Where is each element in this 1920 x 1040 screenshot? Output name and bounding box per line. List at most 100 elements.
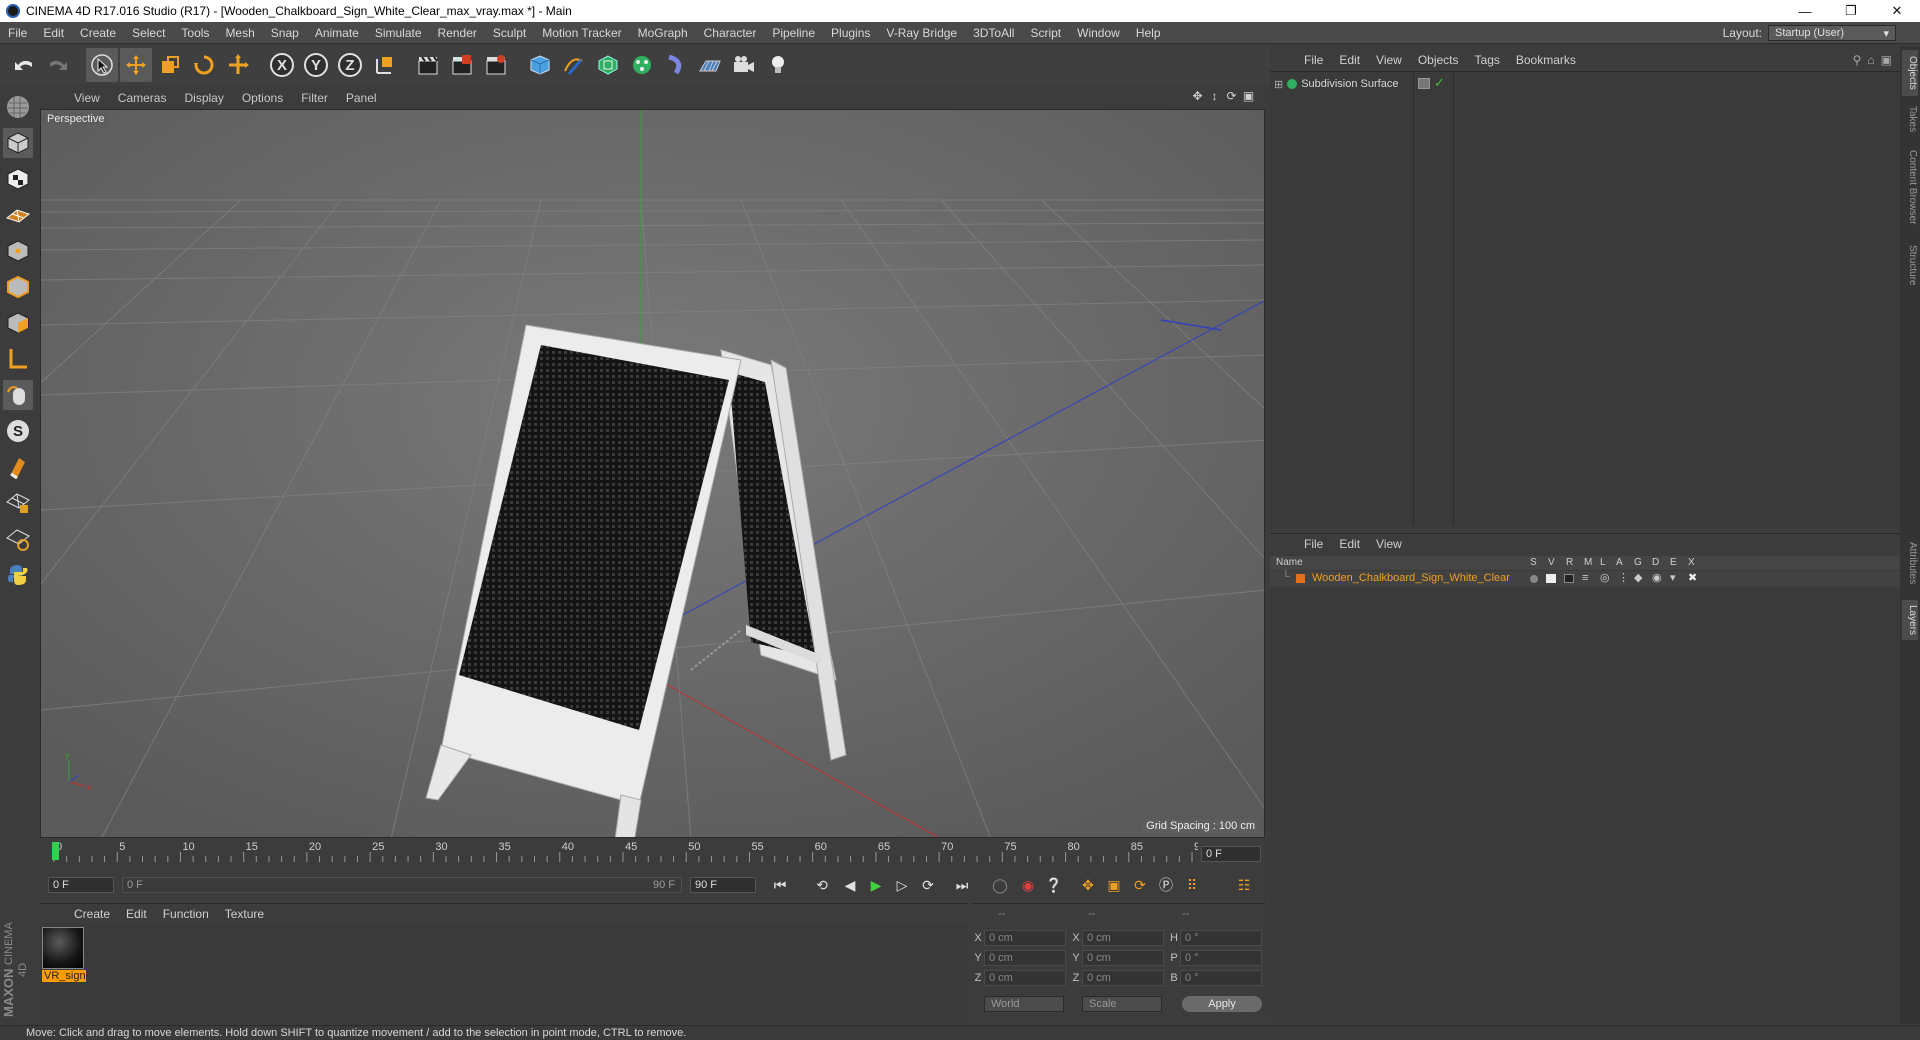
start-frame-field[interactable]: 0 F [48, 877, 114, 893]
orbit-icon[interactable]: ⟳ [1225, 90, 1238, 103]
position-y-field[interactable]: 0 cm [984, 950, 1066, 966]
object-menu-tags[interactable]: Tags [1467, 53, 1508, 67]
redo-button[interactable] [42, 48, 74, 82]
live-selection-button[interactable] [86, 48, 118, 82]
x-axis-toggle[interactable]: X [266, 48, 298, 82]
magnet-tool-button[interactable] [3, 452, 33, 482]
make-editable-button[interactable] [3, 92, 33, 122]
model-mode-button[interactable] [3, 128, 33, 158]
layer-header-xref[interactable]: X [1688, 557, 1695, 568]
generators-toggle-icon[interactable]: ◆ [1634, 571, 1642, 584]
add-floor-button[interactable] [694, 48, 726, 82]
perspective-viewport[interactable]: y x Perspective Grid Spacing : 100 cm [40, 109, 1265, 838]
current-frame-field[interactable]: 0 F [1201, 846, 1261, 862]
add-light-button[interactable] [762, 48, 794, 82]
menu-3dtoall[interactable]: 3DToAll [965, 26, 1022, 40]
record-active-icon[interactable]: ◉ [1016, 873, 1040, 897]
viewport-menu-options[interactable]: Options [234, 91, 291, 105]
autokey-icon[interactable]: ❔ [1042, 873, 1066, 897]
viewport-menu-display[interactable]: Display [176, 91, 231, 105]
layer-header-manager[interactable]: M [1584, 557, 1592, 568]
tab-layers[interactable]: Layers [1902, 600, 1918, 640]
key-scale-icon[interactable]: ▣ [1102, 873, 1126, 897]
render-view-button[interactable] [412, 48, 444, 82]
menu-pipeline[interactable]: Pipeline [764, 26, 823, 40]
size-z-field[interactable]: 0 cm [1082, 970, 1164, 986]
menu-render[interactable]: Render [430, 26, 485, 40]
editor-visibility-icon[interactable] [1418, 78, 1430, 89]
key-position-icon[interactable]: ✥ [1076, 873, 1100, 897]
position-x-field[interactable]: 0 cm [984, 930, 1066, 946]
position-z-field[interactable]: 0 cm [984, 970, 1066, 986]
camera-label[interactable]: Perspective [44, 113, 108, 125]
frame-ruler[interactable]: 051015202530354045505560657075808590 [48, 840, 1206, 866]
tab-structure[interactable]: Structure [1902, 240, 1918, 290]
layer-header-expressions[interactable]: E [1670, 557, 1677, 568]
render-toggle-icon[interactable] [1564, 574, 1574, 583]
polygons-mode-button[interactable] [3, 308, 33, 338]
menu-file[interactable]: File [0, 26, 35, 40]
visible-toggle-icon[interactable] [1546, 574, 1556, 583]
next-key-icon[interactable]: ⟳ [916, 873, 940, 897]
tab-takes[interactable]: Takes [1902, 102, 1918, 136]
layer-menu-edit[interactable]: Edit [1331, 537, 1368, 551]
viewport-menu-filter[interactable]: Filter [293, 91, 336, 105]
material-swatch[interactable]: VR_sign [42, 927, 86, 982]
layer-color-swatch[interactable] [1296, 574, 1305, 583]
tab-content-browser[interactable]: Content Browser [1902, 144, 1918, 230]
texture-mode-button[interactable] [3, 164, 33, 194]
lock-toggle-icon[interactable]: ◎ [1600, 571, 1610, 584]
pan-icon[interactable]: ✥ [1191, 90, 1204, 103]
undo-button[interactable] [8, 48, 40, 82]
layer-header-solo[interactable]: S [1530, 557, 1537, 568]
timeline-ruler[interactable]: 051015202530354045505560657075808590 0 F [40, 840, 1265, 868]
timeline-window-icon[interactable]: ☷ [1232, 873, 1256, 897]
object-menu-edit[interactable]: Edit [1331, 53, 1368, 67]
dolly-icon[interactable]: ↕ [1208, 90, 1221, 103]
coordinate-system-button[interactable] [368, 48, 400, 82]
workplane-mode-button[interactable] [3, 200, 33, 230]
menu-snap[interactable]: Snap [263, 26, 307, 40]
add-deformer-button[interactable] [660, 48, 692, 82]
solo-toggle-icon[interactable] [1530, 575, 1538, 583]
size-mode-dropdown[interactable]: Scale [1082, 996, 1162, 1012]
size-y-field[interactable]: 0 cm [1082, 950, 1164, 966]
layer-header-animation[interactable]: A [1616, 557, 1623, 568]
python-script-button[interactable] [3, 560, 33, 590]
snapping-button[interactable]: S [3, 416, 33, 446]
add-camera-button[interactable] [728, 48, 760, 82]
menu-create[interactable]: Create [72, 26, 124, 40]
axis-mode-button[interactable] [3, 344, 33, 374]
record-keys-disabled-icon[interactable]: ◯ [988, 873, 1012, 897]
layer-header-locked[interactable]: L [1600, 557, 1606, 568]
deformers-toggle-icon[interactable]: ◉ [1652, 571, 1662, 584]
edit-render-settings-button[interactable] [480, 48, 512, 82]
edges-mode-button[interactable] [3, 272, 33, 302]
menu-select[interactable]: Select [124, 26, 173, 40]
menu-sculpt[interactable]: Sculpt [485, 26, 534, 40]
animation-toggle-icon[interactable]: ⋮ [1618, 571, 1629, 584]
manager-toggle-icon[interactable]: ≡ [1582, 572, 1588, 584]
viewport-menu-view[interactable]: View [66, 91, 108, 105]
menu-animate[interactable]: Animate [307, 26, 367, 40]
z-axis-toggle[interactable]: Z [334, 48, 366, 82]
rotate-tool-button[interactable] [188, 48, 220, 82]
end-frame-field[interactable]: 90 F [690, 877, 756, 893]
object-menu-file[interactable]: File [1296, 53, 1331, 67]
coordinate-space-dropdown[interactable]: World [984, 996, 1064, 1012]
tweak-mode-button[interactable] [3, 380, 33, 410]
layer-header-generators[interactable]: G [1634, 557, 1642, 568]
menu-simulate[interactable]: Simulate [367, 26, 430, 40]
layout-dropdown[interactable]: Startup (User) ▾ [1768, 25, 1896, 41]
layer-menu-view[interactable]: View [1368, 537, 1410, 551]
material-menu-edit[interactable]: Edit [118, 907, 155, 921]
menu-motion-tracker[interactable]: Motion Tracker [534, 26, 629, 40]
object-menu-objects[interactable]: Objects [1410, 53, 1467, 67]
go-to-end-icon[interactable]: ⏭ [950, 873, 974, 897]
key-rotation-icon[interactable]: ⟳ [1128, 873, 1152, 897]
play-icon[interactable]: ▶ [864, 873, 888, 897]
new-window-icon[interactable]: ▣ [1881, 53, 1892, 67]
previous-frame-icon[interactable]: ◀ [838, 873, 862, 897]
viewport-menu-panel[interactable]: Panel [338, 91, 385, 105]
material-menu-function[interactable]: Function [155, 907, 217, 921]
